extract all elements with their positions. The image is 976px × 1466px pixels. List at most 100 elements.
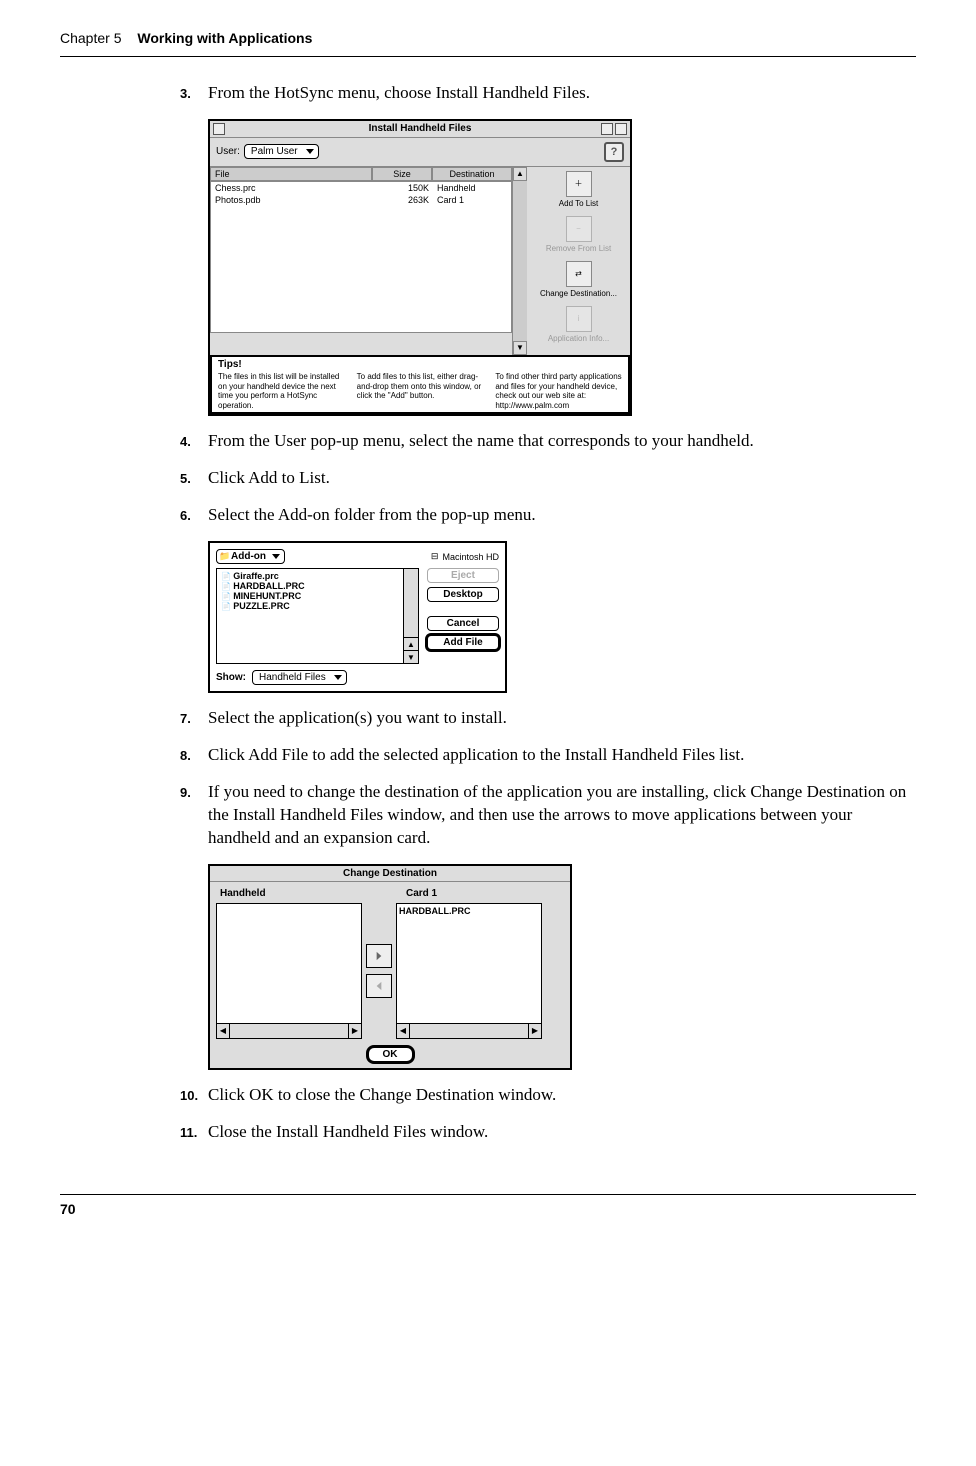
scroll-right-icon[interactable]: ▶ bbox=[528, 1024, 541, 1038]
step-text: Click Add File to add the selected appli… bbox=[208, 744, 744, 767]
file-picker-dialog: Add-on Macintosh HD Giraffe.prc HARDBALL… bbox=[208, 541, 507, 693]
tips-title: Tips! bbox=[218, 359, 622, 370]
figure-file-picker: Add-on Macintosh HD Giraffe.prc HARDBALL… bbox=[208, 541, 916, 693]
list-item[interactable]: Giraffe.prc bbox=[217, 571, 418, 581]
add-file-button[interactable]: Add File bbox=[427, 635, 499, 650]
file-list[interactable]: Chess.prc 150K Handheld Photos.pdb 263K … bbox=[210, 181, 512, 333]
step-4: 4. From the User pop-up menu, select the… bbox=[180, 430, 916, 453]
tip-text: To add files to this list, either drag-a… bbox=[357, 372, 484, 410]
zoom-icon[interactable] bbox=[601, 123, 613, 135]
change-destination-button[interactable]: ⇄ Change Destination... bbox=[531, 261, 626, 298]
step-text: If you need to change the destination of… bbox=[208, 781, 916, 850]
step-8: 8. Click Add File to add the selected ap… bbox=[180, 744, 916, 767]
scroll-left-icon[interactable]: ◀ bbox=[397, 1024, 410, 1038]
drive-label: Macintosh HD bbox=[431, 551, 499, 562]
page: Chapter 5 Working with Applications 3. F… bbox=[0, 0, 976, 1247]
close-icon[interactable] bbox=[213, 123, 225, 135]
file-name: Chess.prc bbox=[215, 183, 379, 193]
remove-icon: − bbox=[566, 216, 592, 242]
scroll-up-icon[interactable]: ▲ bbox=[513, 167, 527, 181]
h-scrollbar[interactable]: ◀ ▶ bbox=[397, 1023, 541, 1038]
page-footer: 70 bbox=[60, 1194, 916, 1217]
col-size: Size bbox=[372, 167, 432, 181]
change-icon: ⇄ bbox=[566, 261, 592, 287]
show-label: Show: bbox=[216, 672, 246, 683]
show-popup[interactable]: Handheld Files bbox=[252, 670, 347, 685]
dialog-title: Change Destination bbox=[210, 866, 570, 882]
collapse-icon[interactable] bbox=[615, 123, 627, 135]
step-text: From the User pop-up menu, select the na… bbox=[208, 430, 754, 453]
step-number: 3. bbox=[180, 82, 208, 105]
handheld-list[interactable]: ◀ ▶ bbox=[216, 903, 362, 1039]
picker-file-list[interactable]: Giraffe.prc HARDBALL.PRC MINEHUNT.PRC PU… bbox=[216, 568, 419, 664]
application-info-button: i Application Info... bbox=[531, 306, 626, 343]
file-dest: Card 1 bbox=[433, 195, 507, 205]
show-row: Show: Handheld Files bbox=[216, 670, 499, 685]
list-item[interactable]: Chess.prc 150K Handheld bbox=[211, 182, 511, 194]
move-arrows bbox=[366, 944, 392, 998]
add-to-list-button[interactable]: ＋ Add To List bbox=[531, 171, 626, 208]
file-list-area: File Size Destination Chess.prc 150K Han… bbox=[210, 167, 512, 355]
col-file: File bbox=[210, 167, 372, 181]
file-size: 150K bbox=[379, 183, 433, 193]
chapter-title: Working with Applications bbox=[137, 30, 312, 46]
step-text: Click OK to close the Change Destination… bbox=[208, 1084, 556, 1107]
list-item[interactable]: HARDBALL.PRC bbox=[217, 581, 418, 591]
scroll-left-icon[interactable]: ◀ bbox=[217, 1024, 230, 1038]
list-scrollbar[interactable]: ▲ ▼ bbox=[512, 167, 527, 355]
scroll-up-icon[interactable]: ▲ bbox=[404, 637, 418, 650]
picker-top: Add-on Macintosh HD bbox=[216, 549, 499, 564]
step-text: From the HotSync menu, choose Install Ha… bbox=[208, 82, 590, 105]
step-number: 7. bbox=[180, 707, 208, 730]
window-controls bbox=[601, 123, 627, 135]
col-destination: Destination bbox=[432, 167, 512, 181]
help-icon[interactable]: ? bbox=[604, 142, 624, 162]
tip-text: To find other third party applications a… bbox=[495, 372, 622, 410]
move-right-button[interactable] bbox=[366, 944, 392, 968]
page-header: Chapter 5 Working with Applications bbox=[60, 30, 916, 57]
desktop-button[interactable]: Desktop bbox=[427, 587, 499, 602]
step-text: Click Add to List. bbox=[208, 467, 330, 490]
list-item[interactable]: HARDBALL.PRC bbox=[399, 906, 539, 916]
chapter-number: Chapter 5 bbox=[60, 30, 121, 46]
list-item[interactable]: Photos.pdb 263K Card 1 bbox=[211, 194, 511, 206]
step-5: 5. Click Add to List. bbox=[180, 467, 916, 490]
list-item[interactable]: PUZZLE.PRC bbox=[217, 601, 418, 611]
user-popup[interactable]: Palm User bbox=[244, 144, 319, 159]
step-9: 9. If you need to change the destination… bbox=[180, 781, 916, 850]
col-card-label: Card 1 bbox=[370, 888, 564, 899]
sidebar: ＋ Add To List − Remove From List ⇄ Chang… bbox=[527, 167, 630, 355]
user-row: User: Palm User ? bbox=[210, 138, 630, 167]
step-7: 7. Select the application(s) you want to… bbox=[180, 707, 916, 730]
picker-main: Giraffe.prc HARDBALL.PRC MINEHUNT.PRC PU… bbox=[216, 568, 499, 664]
scroll-down-icon[interactable]: ▼ bbox=[404, 650, 418, 663]
eject-button: Eject bbox=[427, 568, 499, 583]
step-text: Close the Install Handheld Files window. bbox=[208, 1121, 488, 1144]
add-icon: ＋ bbox=[566, 171, 592, 197]
user-label: User: bbox=[216, 146, 240, 157]
ok-button[interactable]: OK bbox=[368, 1047, 413, 1062]
scroll-down-icon[interactable]: ▼ bbox=[513, 341, 527, 355]
window-titlebar: Install Handheld Files bbox=[210, 121, 630, 138]
step-number: 8. bbox=[180, 744, 208, 767]
info-icon: i bbox=[566, 306, 592, 332]
scroll-right-icon[interactable]: ▶ bbox=[348, 1024, 361, 1038]
list-item[interactable]: MINEHUNT.PRC bbox=[217, 591, 418, 601]
ok-row: OK bbox=[216, 1047, 564, 1062]
chevron-left-icon bbox=[372, 979, 386, 993]
folder-popup[interactable]: Add-on bbox=[216, 549, 285, 564]
remove-from-list-button: − Remove From List bbox=[531, 216, 626, 253]
page-number: 70 bbox=[60, 1201, 76, 1217]
tips-columns: The files in this list will be installed… bbox=[218, 372, 622, 410]
move-left-button[interactable] bbox=[366, 974, 392, 998]
button-label: Change Destination... bbox=[531, 289, 626, 298]
cancel-button[interactable]: Cancel bbox=[427, 616, 499, 631]
install-body: File Size Destination Chess.prc 150K Han… bbox=[210, 167, 630, 355]
h-scrollbar[interactable]: ◀ ▶ bbox=[217, 1023, 361, 1038]
tip-text: The files in this list will be installed… bbox=[218, 372, 345, 410]
window-title: Install Handheld Files bbox=[369, 123, 472, 134]
picker-scrollbar[interactable]: ▲ ▼ bbox=[403, 569, 418, 663]
tips-panel: Tips! The files in this list will be ins… bbox=[210, 355, 630, 414]
change-destination-dialog: Change Destination Handheld Card 1 ◀ ▶ bbox=[208, 864, 572, 1070]
card-list[interactable]: HARDBALL.PRC ◀ ▶ bbox=[396, 903, 542, 1039]
